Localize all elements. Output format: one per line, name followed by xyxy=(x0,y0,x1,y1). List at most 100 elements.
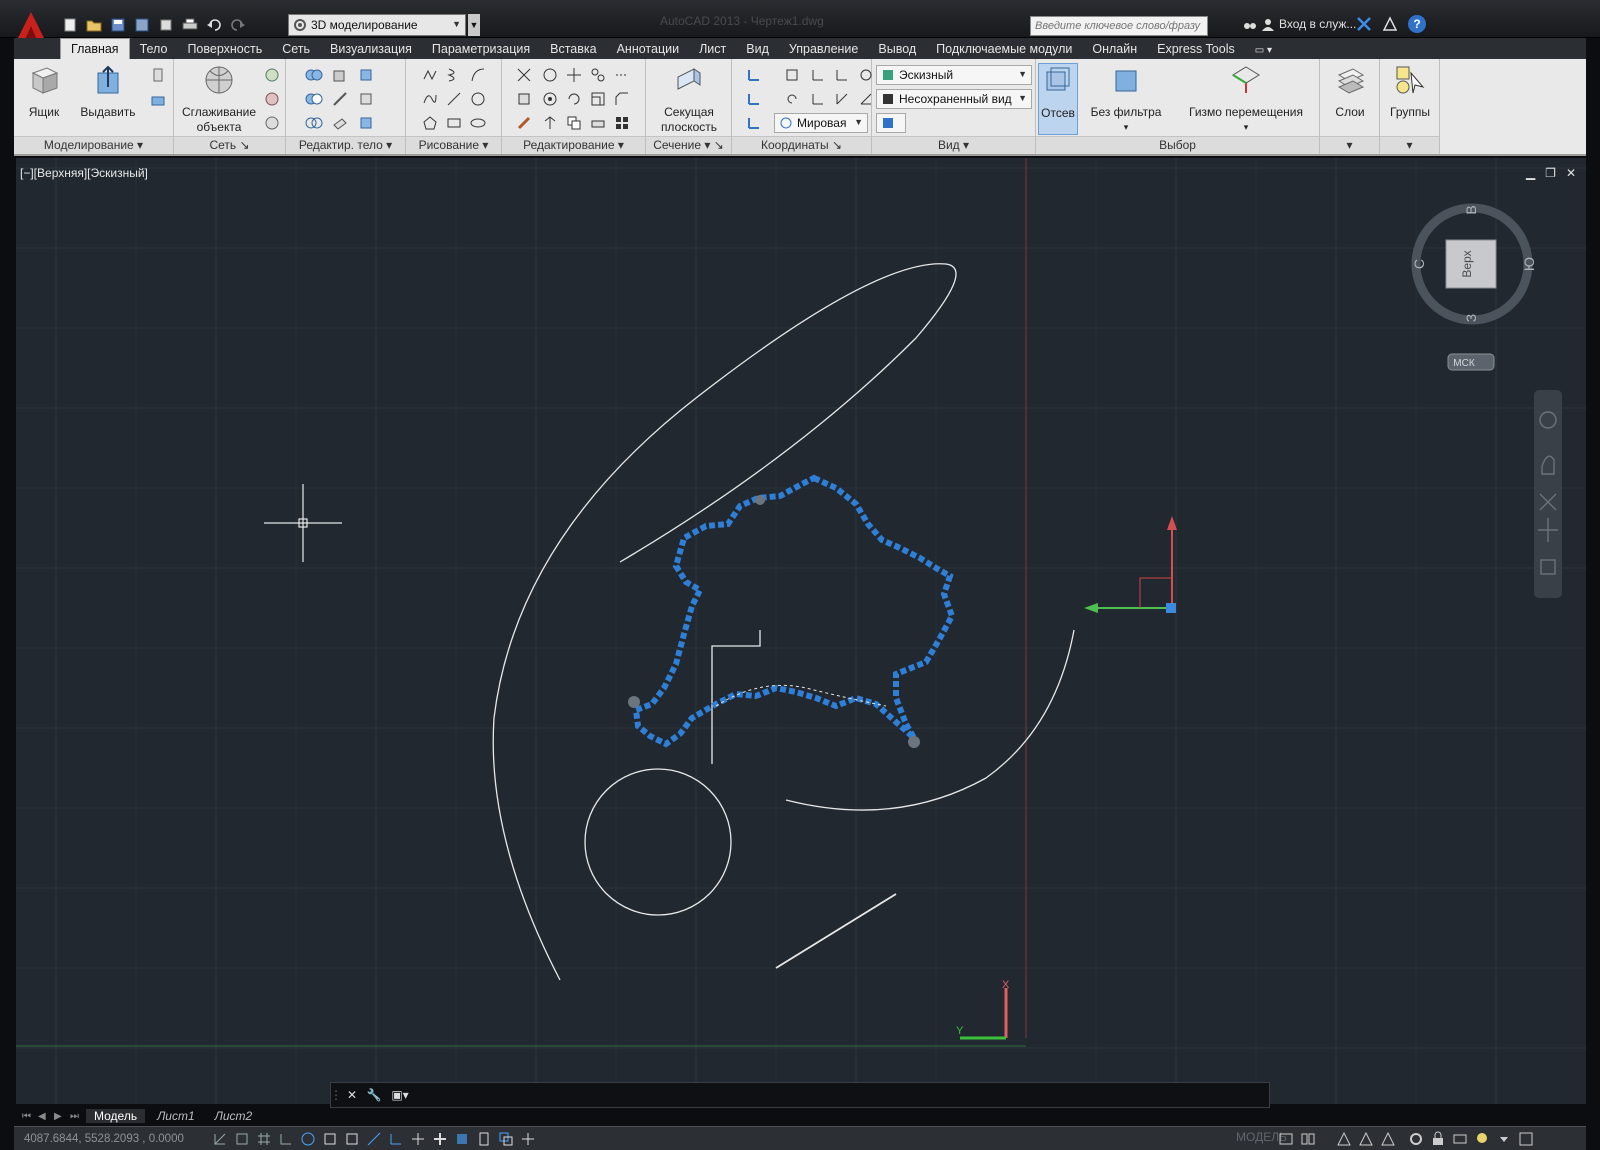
erase-icon[interactable] xyxy=(514,113,534,133)
save-as-icon[interactable] xyxy=(132,15,152,35)
tab-insert[interactable]: Вставка xyxy=(540,39,606,59)
tab-plugins[interactable]: Подключаемые модули xyxy=(926,39,1082,59)
groups-button[interactable]: Группы xyxy=(1384,63,1436,120)
tab-model[interactable]: Модель xyxy=(86,1109,146,1123)
polyline-icon[interactable] xyxy=(420,65,440,85)
workspace-dropdown[interactable]: 3D моделирование ▼ xyxy=(288,14,466,36)
polygon-icon[interactable] xyxy=(420,113,440,133)
new-icon[interactable] xyxy=(60,15,80,35)
qat-customize-button[interactable]: ▼ xyxy=(468,14,480,36)
arc-icon[interactable] xyxy=(468,65,488,85)
ucs-previous-icon[interactable] xyxy=(782,89,802,109)
open-icon[interactable] xyxy=(84,15,104,35)
rotate3d-icon[interactable] xyxy=(540,65,560,85)
tab-online[interactable]: Онлайн xyxy=(1082,39,1147,59)
object-snap-icon[interactable] xyxy=(320,1129,340,1149)
rect-array-icon[interactable] xyxy=(612,113,632,133)
shell-icon[interactable] xyxy=(356,113,376,133)
undo-icon[interactable] xyxy=(204,15,224,35)
scale-icon[interactable] xyxy=(588,89,608,109)
autodesk-icon[interactable] xyxy=(1382,16,1398,32)
union-icon[interactable] xyxy=(304,65,324,85)
ucs-named-icon[interactable] xyxy=(744,113,764,133)
3d-osnap-icon[interactable] xyxy=(342,1129,362,1149)
annotation-monitor-icon[interactable] xyxy=(518,1129,538,1149)
group-title-draw[interactable]: Рисование ▾ xyxy=(406,136,501,154)
move-icon[interactable] xyxy=(564,65,584,85)
tab-annotate[interactable]: Аннотации xyxy=(607,39,689,59)
close-icon[interactable]: ✕ xyxy=(1566,166,1576,180)
visual-style-dropdown[interactable]: Эскизный ▼ xyxy=(876,65,1032,85)
tab-home[interactable]: Главная xyxy=(60,38,130,59)
group-title-mesh[interactable]: Сеть ↘ xyxy=(174,136,285,154)
cmd-close-icon[interactable]: ✕ xyxy=(341,1083,363,1107)
ucs-y-icon[interactable] xyxy=(832,65,852,85)
quick-properties-icon[interactable] xyxy=(474,1129,494,1149)
drawing-viewport[interactable]: X Y [−][Верхняя][Эскизный] ▁ ❐ ✕ Верх В … xyxy=(16,158,1586,1104)
orbit-icon[interactable] xyxy=(540,89,560,109)
rectangle-icon[interactable] xyxy=(444,113,464,133)
stretch-icon[interactable] xyxy=(588,113,608,133)
signin-button[interactable]: Вход в служ... xyxy=(1243,17,1356,31)
selection-cycling-icon[interactable] xyxy=(496,1129,516,1149)
mesh-smooth-more-icon[interactable] xyxy=(262,65,282,85)
workspace-switching-icon[interactable] xyxy=(1406,1129,1426,1149)
object-snap-tracking-icon[interactable] xyxy=(364,1129,384,1149)
tab-render[interactable]: Визуализация xyxy=(320,39,422,59)
refine-mesh-icon[interactable] xyxy=(262,113,282,133)
cmd-prompt-icon[interactable]: ▣▾ xyxy=(385,1083,415,1107)
show-lineweight-icon[interactable] xyxy=(430,1129,450,1149)
snap-mode-icon[interactable] xyxy=(232,1129,252,1149)
extrude-button[interactable]: Выдавить xyxy=(76,63,140,120)
solid-history-icon[interactable] xyxy=(330,65,350,85)
dynamic-input-icon[interactable] xyxy=(408,1129,428,1149)
cmd-grip-icon[interactable]: ⋮ xyxy=(330,1083,342,1107)
presspull-icon[interactable] xyxy=(148,89,168,109)
save-icon[interactable] xyxy=(108,15,128,35)
circle-icon[interactable] xyxy=(468,89,488,109)
transparency-icon[interactable] xyxy=(452,1129,472,1149)
tab-layout1[interactable]: Лист1 xyxy=(149,1109,203,1123)
mirror3d-icon[interactable] xyxy=(540,113,560,133)
ellipse-icon[interactable] xyxy=(468,113,488,133)
viewcube[interactable]: Верх В З С Ю МСК xyxy=(1402,188,1542,378)
culling-button[interactable]: Отсев xyxy=(1038,63,1078,135)
named-view-dropdown[interactable]: Несохраненный вид ▼ xyxy=(876,89,1032,109)
cursor-coordinates[interactable]: 4087.6844, 5528.2093 , 0.0000 xyxy=(14,1133,210,1145)
extract-edges-icon[interactable] xyxy=(356,65,376,85)
allow-dynamic-ucs-icon[interactable] xyxy=(386,1129,406,1149)
group-title-modify[interactable]: Редактирование ▾ xyxy=(502,136,645,154)
viewport-label[interactable]: [−][Верхняя][Эскизный] xyxy=(20,166,148,180)
redo-icon[interactable] xyxy=(228,15,248,35)
section-plane-button[interactable]: Секущая плоскость xyxy=(650,63,728,135)
annotation-visibility-icon[interactable] xyxy=(1356,1129,1376,1149)
tab-view[interactable]: Вид xyxy=(736,39,779,59)
lock-ui-icon[interactable] xyxy=(1428,1129,1448,1149)
group-title-view[interactable]: Вид ▾ xyxy=(872,136,1035,154)
infer-constraints-icon[interactable] xyxy=(210,1129,230,1149)
offset-icon[interactable] xyxy=(612,65,632,85)
line-icon[interactable] xyxy=(444,89,464,109)
print-icon[interactable] xyxy=(180,15,200,35)
quick-view-layouts-icon[interactable] xyxy=(1276,1129,1296,1149)
move-gizmo-button[interactable]: Гизмо перемещения ▾ xyxy=(1176,63,1316,135)
command-input[interactable] xyxy=(415,1085,1269,1105)
intersect-icon[interactable] xyxy=(304,113,324,133)
helix-icon[interactable] xyxy=(444,65,464,85)
ucs-3point-icon[interactable] xyxy=(808,89,828,109)
quick-view-drawings-icon[interactable] xyxy=(1298,1129,1318,1149)
subtract-icon[interactable] xyxy=(304,89,324,109)
slice-icon[interactable] xyxy=(330,89,350,109)
ribbon-minimize-button[interactable]: ▭ ▾ xyxy=(1245,42,1282,59)
spline-icon[interactable] xyxy=(420,89,440,109)
tab-parametric[interactable]: Параметризация xyxy=(422,39,540,59)
copy-icon[interactable] xyxy=(564,113,584,133)
hardware-acceleration-icon[interactable] xyxy=(1450,1129,1470,1149)
chamfer-icon[interactable] xyxy=(612,89,632,109)
group-title-section[interactable]: Сечение ▾ ↘ xyxy=(646,136,731,154)
isolate-objects-icon[interactable] xyxy=(1472,1129,1492,1149)
first-layout-icon[interactable]: ⏮ xyxy=(22,1111,34,1122)
tab-solid[interactable]: Тело xyxy=(130,39,178,59)
tab-manage[interactable]: Управление xyxy=(779,39,869,59)
align-icon[interactable] xyxy=(514,89,534,109)
